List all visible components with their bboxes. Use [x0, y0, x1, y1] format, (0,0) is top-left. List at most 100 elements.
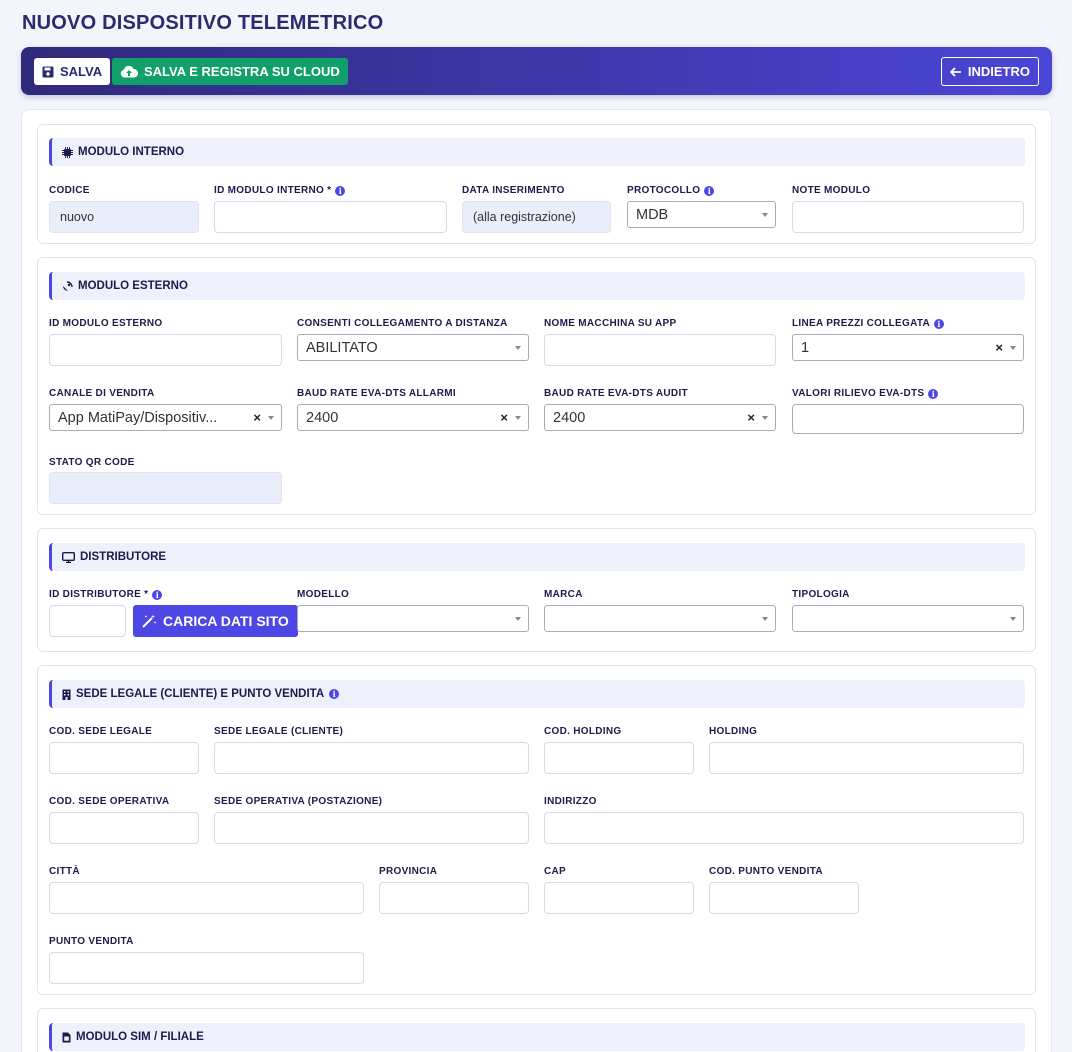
caret-down-icon	[515, 416, 521, 420]
legal-code-input[interactable]	[49, 742, 199, 774]
code-label: CODICE	[49, 185, 90, 196]
holding-label: HOLDING	[709, 726, 758, 737]
info-icon[interactable]: i	[934, 318, 945, 329]
module-notes-label: NOTE MODULO	[792, 185, 871, 196]
cloud-upload-icon	[120, 65, 138, 78]
section-distributor: DISTRIBUTORE ID DISTRIBUTORE * i CARICA D…	[37, 528, 1036, 652]
chip-icon	[62, 146, 73, 158]
section-header-distributor: DISTRIBUTORE	[49, 543, 1025, 571]
machine-name-input[interactable]	[544, 334, 776, 366]
section-external-module: MODULO ESTERNO ID MODULO ESTERNO CONSENT…	[37, 257, 1036, 515]
baud-audit-label: BAUD RATE EVA-DTS AUDIT	[544, 388, 688, 399]
info-icon[interactable]: i	[329, 689, 340, 699]
baud-audit-select[interactable]: 2400 ×	[544, 404, 776, 431]
cap-label: CAP	[544, 866, 567, 877]
model-label: MODELLO	[297, 589, 350, 600]
legal-code-label: COD. SEDE LEGALE	[49, 726, 153, 737]
section-header-external: MODULO ESTERNO	[49, 272, 1025, 300]
distributor-id-input[interactable]	[49, 605, 126, 637]
toolbar: SALVA SALVA E REGISTRA SU CLOUD INDIETRO	[21, 47, 1052, 95]
model-select[interactable]	[297, 605, 529, 632]
pos-code-input[interactable]	[709, 882, 859, 914]
section-header-sim: MODULO SIM / FILIALE	[49, 1023, 1025, 1051]
save-and-register-cloud-button[interactable]: SALVA E REGISTRA SU CLOUD	[112, 58, 348, 85]
type-label: TIPOLOGIA	[792, 589, 850, 600]
caret-down-icon	[762, 617, 768, 621]
save-button-label: SALVA	[60, 64, 103, 79]
pos-label: PUNTO VENDITA	[49, 936, 134, 947]
baud-alarms-select[interactable]: 2400 ×	[297, 404, 529, 431]
holding-input[interactable]	[709, 742, 1024, 774]
code-field: nuovo	[49, 201, 199, 233]
external-id-label: ID MODULO ESTERNO	[49, 318, 163, 329]
caret-down-icon	[515, 346, 521, 350]
pos-input[interactable]	[49, 952, 364, 984]
sales-channel-label: CANALE DI VENDITA	[49, 388, 155, 399]
caret-down-icon	[762, 416, 768, 420]
page-title: NUOVO DISPOSITIVO TELEMETRICO	[22, 12, 384, 34]
type-select[interactable]	[792, 605, 1024, 632]
remote-connection-select[interactable]: ABILITATO	[297, 334, 529, 361]
section-title: SEDE LEGALE (CLIENTE) E PUNTO VENDITA	[76, 688, 325, 700]
remote-connection-label: CONSENTI COLLEGAMENTO A DISTANZA	[297, 318, 508, 329]
city-input[interactable]	[49, 882, 364, 914]
distributor-id-label: ID DISTRIBUTORE * i	[49, 589, 163, 600]
price-line-select[interactable]: 1 ×	[792, 334, 1024, 361]
qr-state-field	[49, 472, 282, 504]
eva-values-label: VALORI RILIEVO EVA-DTS i	[792, 388, 939, 399]
legal-name-input[interactable]	[214, 742, 529, 774]
insert-date-field: (alla registrazione)	[462, 201, 611, 233]
section-header-legal: SEDE LEGALE (CLIENTE) E PUNTO VENDITA i	[49, 680, 1025, 708]
caret-down-icon	[515, 617, 521, 621]
save-and-register-cloud-label: SALVA E REGISTRA SU CLOUD	[144, 64, 340, 79]
back-button-label: INDIETRO	[967, 64, 1030, 79]
caret-down-icon	[762, 213, 768, 217]
external-id-input[interactable]	[49, 334, 282, 366]
save-button[interactable]: SALVA	[34, 58, 111, 85]
section-title: DISTRIBUTORE	[80, 551, 167, 563]
protocol-select[interactable]: MDB	[627, 201, 776, 228]
brand-select[interactable]	[544, 605, 776, 632]
brand-label: MARCA	[544, 589, 583, 600]
operating-site-input[interactable]	[214, 812, 529, 844]
holding-code-label: COD. HOLDING	[544, 726, 622, 737]
caret-down-icon	[1010, 617, 1016, 621]
legal-name-label: SEDE LEGALE (CLIENTE)	[214, 726, 344, 737]
protocol-label: PROTOCOLLO i	[627, 185, 715, 196]
insert-date-label: DATA INSERIMENTO	[462, 185, 565, 196]
magic-wand-icon	[142, 614, 157, 628]
operating-code-input[interactable]	[49, 812, 199, 844]
section-header-internal: MODULO INTERNO	[49, 138, 1025, 166]
info-icon[interactable]: i	[152, 589, 163, 600]
eva-values-input[interactable]	[792, 404, 1024, 434]
operating-code-label: COD. SEDE OPERATIVA	[49, 796, 170, 807]
internal-id-label: ID MODULO INTERNO * i	[214, 185, 346, 196]
info-icon[interactable]: i	[704, 185, 715, 196]
load-site-data-label: CARICA DATI SITO	[163, 613, 289, 629]
arrow-left-icon	[949, 66, 962, 77]
info-icon[interactable]: i	[928, 388, 939, 399]
load-site-data-button[interactable]: CARICA DATI SITO	[133, 605, 298, 637]
section-legal-site: SEDE LEGALE (CLIENTE) E PUNTO VENDITA i …	[37, 665, 1036, 995]
building-icon	[62, 689, 71, 700]
address-label: INDIRIZZO	[544, 796, 597, 807]
price-line-label: LINEA PREZZI COLLEGATA i	[792, 318, 945, 329]
section-title: MODULO INTERNO	[78, 146, 185, 158]
internal-id-input[interactable]	[214, 201, 447, 233]
clear-icon[interactable]: ×	[500, 410, 508, 425]
cap-input[interactable]	[544, 882, 694, 914]
back-button[interactable]: INDIETRO	[940, 57, 1039, 86]
floppy-disk-icon	[42, 66, 54, 78]
baud-alarms-label: BAUD RATE EVA-DTS ALLARMI	[297, 388, 456, 399]
address-input[interactable]	[544, 812, 1024, 844]
module-notes-input[interactable]	[792, 201, 1024, 233]
info-icon[interactable]: i	[335, 185, 346, 196]
clear-icon[interactable]: ×	[253, 410, 261, 425]
monitor-icon	[62, 551, 75, 563]
sales-channel-select[interactable]: App MatiPay/Dispositiv... ×	[49, 404, 282, 431]
clear-icon[interactable]: ×	[995, 340, 1003, 355]
operating-site-label: SEDE OPERATIVA (POSTAZIONE)	[214, 796, 383, 807]
clear-icon[interactable]: ×	[747, 410, 755, 425]
province-input[interactable]	[379, 882, 529, 914]
holding-code-input[interactable]	[544, 742, 694, 774]
